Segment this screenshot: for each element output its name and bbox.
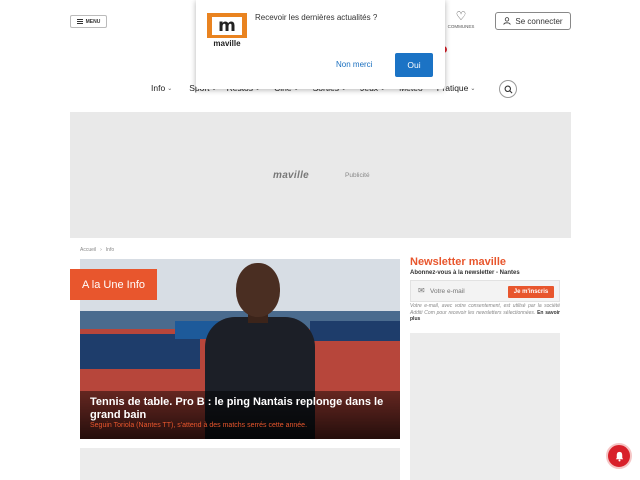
- newsletter-subtitle: Abonnez-vous à la newsletter - Nantes: [410, 270, 520, 276]
- hero-subtitle: Seguin Toriola (Nantes TT), s'attend à d…: [90, 422, 308, 429]
- hero-headline[interactable]: Tennis de table. Pro B : le ping Nantais…: [90, 396, 390, 422]
- chevron-down-icon: ⌄: [167, 85, 173, 92]
- search-icon: [504, 85, 512, 93]
- menu-button[interactable]: MENU: [70, 15, 107, 28]
- breadcrumb-separator: ›: [100, 247, 102, 253]
- mail-icon: ✉: [418, 286, 425, 295]
- heart-icon: ♡: [455, 9, 467, 23]
- communes-label: COMMUNES: [447, 24, 475, 29]
- notification-bell-button[interactable]: [606, 443, 632, 469]
- decline-button[interactable]: Non merci: [336, 60, 372, 69]
- nav-item-info[interactable]: Info ⌄: [151, 83, 172, 93]
- newsletter-form: ✉ Je m'inscris: [410, 280, 560, 302]
- breadcrumb-current[interactable]: Info: [106, 247, 114, 253]
- search-button[interactable]: [499, 80, 517, 98]
- popup-message: Recevoir les dernières actualités ?: [255, 13, 378, 22]
- newsletter-legal: Votre e-mail, avec votre consentement, e…: [410, 303, 560, 322]
- newsletter-title: Newsletter maville: [410, 256, 506, 268]
- newsletter-submit-button[interactable]: Je m'inscris: [508, 286, 554, 298]
- login-label: Se connecter: [515, 16, 563, 26]
- ad-brand: maville: [273, 170, 310, 181]
- newsletter-email-input[interactable]: [430, 285, 504, 298]
- ad-banner[interactable]: maville Publicité: [70, 112, 571, 238]
- notification-popup: m maville Recevoir les dernières actuali…: [196, 0, 445, 89]
- breadcrumb: Accueil › Info: [80, 247, 114, 253]
- accept-button[interactable]: Oui: [395, 53, 433, 77]
- bell-icon: [615, 451, 623, 461]
- sidebar-ad[interactable]: [410, 333, 560, 480]
- communes-button[interactable]: ♡ COMMUNES: [446, 10, 476, 29]
- breadcrumb-home[interactable]: Accueil: [80, 247, 96, 253]
- maville-logo: m maville: [207, 13, 247, 48]
- user-icon: [503, 17, 512, 25]
- login-button[interactable]: Se connecter: [495, 12, 571, 30]
- hamburger-icon: [76, 19, 83, 24]
- chevron-down-icon: ⌄: [470, 85, 476, 92]
- content-ad[interactable]: [80, 448, 400, 480]
- menu-label: MENU: [85, 18, 101, 25]
- hero-tag: A la Une Info: [70, 269, 157, 300]
- ad-label: Publicité: [345, 172, 370, 179]
